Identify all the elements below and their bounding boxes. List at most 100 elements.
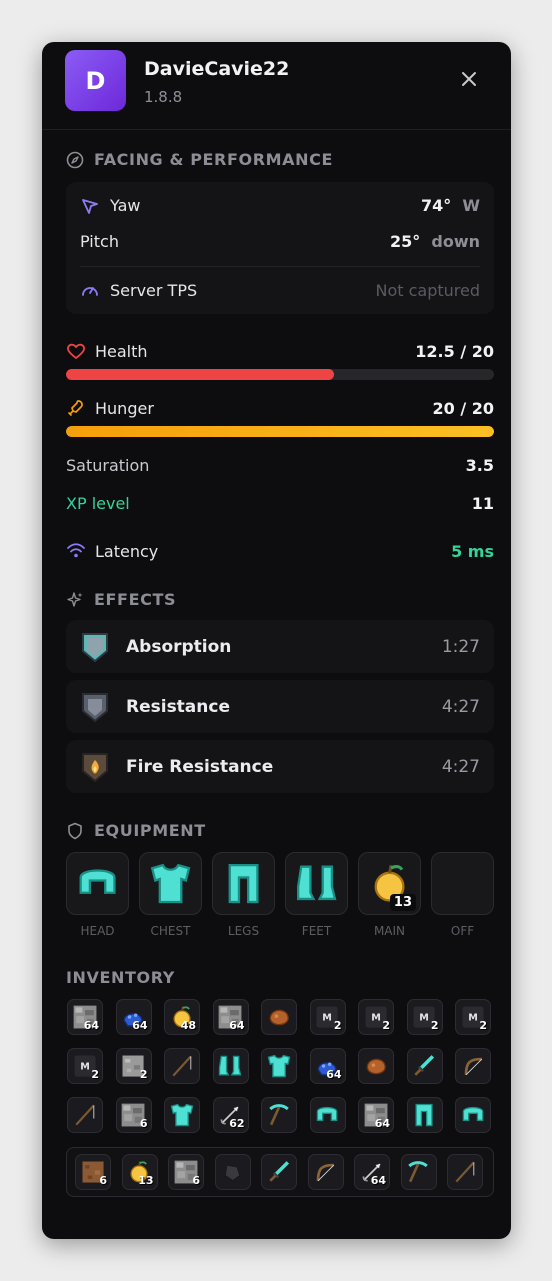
equipment-slot-label: HEAD: [80, 924, 115, 938]
equipment-slot-head[interactable]: [66, 852, 129, 915]
effect-name: Absorption: [126, 637, 232, 657]
inventory-slot[interactable]: 62: [212, 1097, 249, 1133]
inventory-section-title: INVENTORY: [66, 968, 175, 987]
item-count: 62: [229, 1117, 245, 1130]
item-count: 64: [370, 1174, 386, 1187]
xp-value: 11: [471, 494, 494, 513]
avatar: D: [65, 50, 126, 111]
item-count: 64: [83, 1019, 99, 1032]
fishing-rod-icon: [172, 1055, 192, 1077]
hunger-bar: [66, 426, 494, 437]
equipment-slot-label: MAIN: [373, 924, 406, 938]
inventory-slot[interactable]: [212, 1048, 249, 1084]
cooked-meat-icon: [366, 1058, 386, 1075]
hotbar-slot[interactable]: [214, 1154, 251, 1190]
inventory-slot[interactable]: 64: [115, 999, 152, 1035]
hotbar-slot[interactable]: [400, 1154, 437, 1190]
hotbar-slot[interactable]: [307, 1154, 344, 1190]
pitch-label: Pitch: [80, 232, 119, 251]
effect-name: Fire Resistance: [126, 757, 274, 777]
effect-row[interactable]: Absorption 1:27: [66, 620, 494, 673]
inventory-slot[interactable]: 64: [358, 1097, 394, 1133]
hotbar-slot[interactable]: 13: [121, 1154, 158, 1190]
diamond-leggings-icon: [228, 863, 259, 904]
diamond-boots-icon: [219, 1055, 242, 1076]
inventory-slot[interactable]: 64: [309, 1048, 346, 1084]
facing-divider: [80, 266, 480, 267]
wifi-icon: [67, 543, 85, 558]
hotbar-slot[interactable]: [447, 1154, 483, 1190]
equipment-slot-legs[interactable]: [212, 852, 275, 915]
yaw-degrees: 74°: [420, 196, 452, 215]
svg-text:M: M: [468, 1013, 478, 1024]
effect-time: 1:27: [441, 637, 480, 657]
inventory-slot[interactable]: [358, 1048, 394, 1084]
player-panel: D DavieCavie22 1.8.8 FACING & PERFORMANC…: [42, 42, 511, 1239]
pitch-value: 25° down: [390, 232, 480, 251]
item-count: 2: [333, 1019, 342, 1032]
hotbar-slot[interactable]: 6: [168, 1154, 204, 1190]
inventory-slot[interactable]: [164, 1097, 200, 1133]
diamond-chestplate-icon: [170, 1103, 194, 1127]
hotbar-slot[interactable]: 6: [75, 1154, 111, 1190]
hotbar-slot[interactable]: 64: [354, 1154, 390, 1190]
diamond-helmet-icon: [79, 869, 116, 894]
inventory-slot[interactable]: [261, 1048, 297, 1084]
close-icon: [462, 72, 476, 86]
latency-value: 5 ms: [451, 542, 494, 561]
compass-icon: [66, 151, 84, 168]
inventory-slot[interactable]: [261, 999, 297, 1035]
effect-time: 4:27: [441, 757, 480, 777]
diamond-boots-icon: [296, 865, 337, 900]
hotbar-slot[interactable]: [261, 1154, 297, 1190]
item-count: 2: [139, 1068, 148, 1081]
item-count: 13: [138, 1174, 154, 1187]
yaw-direction: W: [462, 196, 480, 215]
saturation-value: 3.5: [465, 456, 494, 475]
diamond-chestplate-icon: [267, 1054, 291, 1078]
fishing-rod-icon: [455, 1161, 475, 1183]
item-count: 2: [382, 1019, 390, 1032]
inventory-slot[interactable]: [455, 1048, 491, 1084]
inventory-slot[interactable]: M2: [309, 999, 346, 1035]
inventory-slot[interactable]: [309, 1097, 346, 1133]
effect-row[interactable]: Resistance 4:27: [66, 680, 494, 733]
inventory-slot[interactable]: 64: [67, 999, 103, 1035]
section-title-text: INVENTORY: [66, 968, 175, 987]
inventory-slot[interactable]: M2: [67, 1048, 103, 1084]
inventory-slot[interactable]: 64: [212, 999, 249, 1035]
yaw-label: Yaw: [110, 196, 141, 215]
item-count: 64: [132, 1019, 148, 1032]
diamond-helmet-icon: [317, 1106, 338, 1121]
inventory-slot[interactable]: [406, 1097, 443, 1133]
equipment-slot-chest[interactable]: [139, 852, 202, 915]
health-bar-fill: [66, 369, 334, 380]
inventory-slot[interactable]: [67, 1097, 103, 1133]
inventory-slot[interactable]: M2: [406, 999, 443, 1035]
inventory-slot[interactable]: 6: [115, 1097, 152, 1133]
equipment-slot-feet[interactable]: [285, 852, 348, 915]
equipment-slot-off[interactable]: [431, 852, 494, 915]
diamond-helmet-icon: [462, 1106, 484, 1121]
effect-time: 4:27: [441, 697, 480, 717]
svg-text:M: M: [80, 1062, 90, 1073]
inventory-slot[interactable]: 2: [115, 1048, 152, 1084]
inventory-slot[interactable]: [261, 1097, 297, 1133]
inventory-slot[interactable]: [406, 1048, 443, 1084]
inventory-slot[interactable]: [455, 1097, 491, 1133]
item-count: 2: [479, 1019, 487, 1032]
facing-section-title: FACING & PERFORMANCE: [66, 150, 333, 169]
gauge-icon: [82, 287, 98, 296]
diamond-leggings-icon: [415, 1103, 434, 1127]
inventory-slot[interactable]: [164, 1048, 200, 1084]
inventory-slot[interactable]: M2: [358, 999, 394, 1035]
drumstick-icon: [68, 400, 83, 416]
close-button[interactable]: [456, 66, 482, 92]
inventory-slot[interactable]: 48: [164, 999, 200, 1035]
item-count: 6: [99, 1174, 107, 1187]
equipment-slot-main[interactable]: 13: [358, 852, 421, 915]
bow-icon: [464, 1057, 483, 1076]
effect-row[interactable]: Fire Resistance 4:27: [66, 740, 494, 793]
inventory-slot[interactable]: M2: [455, 999, 491, 1035]
yaw-value: 74° W: [421, 196, 480, 215]
